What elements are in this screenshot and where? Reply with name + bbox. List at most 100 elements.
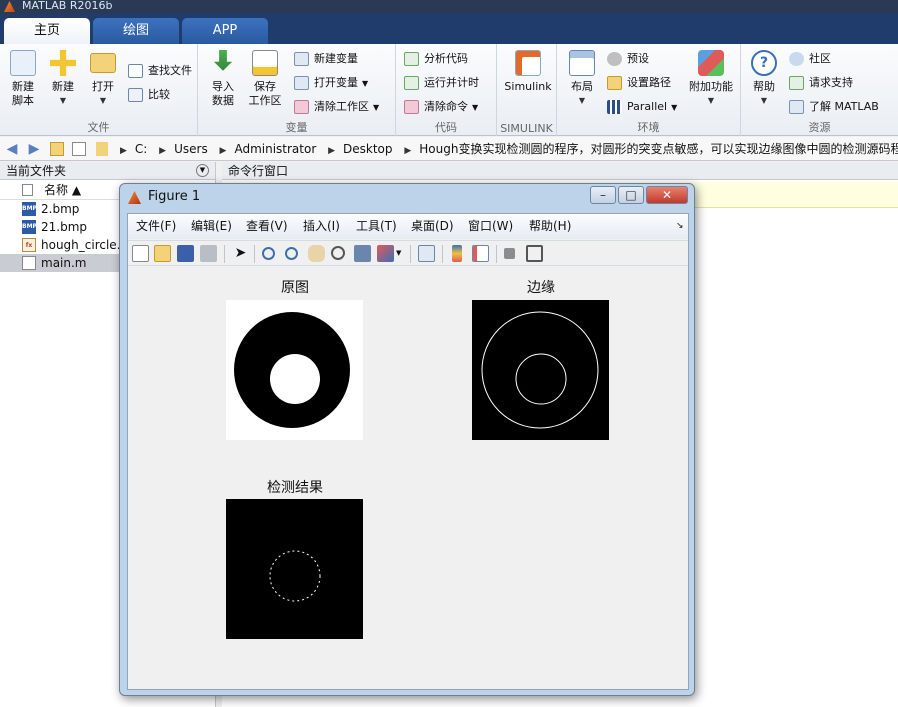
new-button[interactable]: 新建 ▼: [42, 50, 84, 108]
menu-insert[interactable]: 插入(I): [303, 214, 340, 239]
legend-icon[interactable]: [472, 245, 489, 262]
axes-title-edge: 边缘: [527, 280, 555, 296]
chevron-down-icon: ▼: [99, 96, 107, 105]
file-name: 21.bmp: [41, 220, 88, 234]
add-ons-label: 附加功能: [689, 80, 733, 93]
tab-home[interactable]: 主页: [4, 18, 90, 44]
simulink-icon: [515, 50, 541, 76]
close-button[interactable]: ✕: [646, 186, 688, 204]
save-workspace-button[interactable]: 保存 工作区: [244, 50, 286, 108]
minimize-button[interactable]: –: [590, 186, 616, 204]
figure-window[interactable]: Figure 1 – □ ✕ 文件(F) 编辑(E) 查看(V) 插入(I) 工…: [119, 183, 695, 696]
layout-button[interactable]: 布局 ▼: [561, 50, 603, 108]
new-figure-icon[interactable]: [132, 245, 149, 262]
open-button[interactable]: 打开 ▼: [82, 50, 124, 108]
command-window-title: 命令行窗口: [228, 164, 289, 178]
find-files-button[interactable]: 查找文件: [128, 62, 192, 80]
brush-icon[interactable]: [377, 245, 394, 262]
add-ons-cubes-icon: [698, 50, 724, 76]
breadcrumb-item[interactable]: C:: [135, 142, 147, 156]
chevron-down-icon: ▼: [472, 103, 479, 112]
open-variable-label: 打开变量: [314, 76, 358, 89]
analyze-code-button[interactable]: 分析代码: [404, 50, 468, 68]
cursor-arrow-icon[interactable]: ➤: [232, 245, 249, 262]
breadcrumb-separator-icon: ▶: [120, 146, 127, 156]
import-data-button[interactable]: 导入 数据: [202, 50, 244, 108]
breadcrumb[interactable]: ▶ C: ▶ Users ▶ Administrator ▶ Desktop ▶ Houg…: [112, 137, 898, 163]
run-and-time-button[interactable]: 运行并计时: [404, 74, 479, 92]
ribbon-toolstrip: 新建 脚本 新建 ▼ 打开 ▼ 查找文件 比较 文件 导入 数据 保存 工作区 …: [0, 44, 898, 136]
resources-group: ? 帮助 ▼ 社区 请求支持 了解 MATLAB 资源: [741, 44, 898, 136]
breadcrumb-separator-icon: ▶: [328, 146, 336, 156]
print-icon[interactable]: [200, 245, 217, 262]
simulink-button[interactable]: Simulink: [503, 50, 553, 94]
figure-title-bar[interactable]: Figure 1 – □ ✕: [120, 184, 694, 212]
add-ons-button[interactable]: 附加功能 ▼: [685, 50, 737, 108]
show-plot-tools-icon[interactable]: [526, 245, 543, 262]
breadcrumb-item[interactable]: Users: [174, 142, 208, 156]
tab-apps[interactable]: APP: [182, 18, 268, 44]
menu-help[interactable]: 帮助(H): [529, 214, 571, 239]
open-variable-button[interactable]: 打开变量 ▼: [294, 74, 368, 92]
code-group-label: 代码: [435, 121, 457, 134]
toolbar-separator: [442, 245, 443, 263]
breadcrumb-separator-icon: ▶: [219, 146, 227, 156]
link-plot-icon[interactable]: [418, 245, 435, 262]
environment-group-label: 环境: [637, 121, 660, 134]
save-label-2: 工作区: [248, 94, 282, 107]
new-script-button[interactable]: 新建 脚本: [2, 50, 44, 108]
eraser-icon: [294, 100, 309, 114]
breadcrumb-item[interactable]: Hough变换实现检测圆的程序，对圆形的突变点敏感，可以实现边缘图像中圆的检测源…: [419, 142, 898, 156]
back-arrow-icon[interactable]: ◀: [4, 141, 20, 157]
breadcrumb-item[interactable]: Desktop: [343, 142, 393, 156]
zoom-out-icon[interactable]: [285, 247, 298, 260]
colorbar-icon[interactable]: [452, 245, 462, 262]
matlab-logo-icon: [4, 1, 15, 12]
open-file-icon[interactable]: [154, 245, 171, 262]
toolbar-separator: [224, 245, 225, 263]
code-group: 分析代码 运行并计时 清除命令 ▼ 代码: [396, 44, 497, 136]
menu-window[interactable]: 窗口(W): [468, 214, 513, 239]
pan-hand-icon[interactable]: [308, 245, 325, 262]
forward-arrow-icon[interactable]: ▶: [26, 141, 42, 157]
preferences-button[interactable]: 预设: [607, 50, 649, 68]
layout-label: 布局: [571, 80, 593, 93]
save-icon[interactable]: [177, 245, 194, 262]
panel-menu-icon[interactable]: ▼: [196, 164, 209, 177]
community-button[interactable]: 社区: [789, 50, 831, 68]
open-label: 打开: [92, 80, 114, 93]
clear-commands-label: 清除命令: [424, 100, 468, 113]
detection-result-axes: [226, 499, 363, 639]
tab-plots[interactable]: 绘图: [93, 18, 179, 44]
parallel-button[interactable]: Parallel ▼: [607, 98, 677, 116]
clear-workspace-button[interactable]: 清除工作区 ▼: [294, 98, 379, 116]
chevron-down-icon[interactable]: ▼: [396, 245, 404, 262]
request-support-button[interactable]: 请求支持: [789, 74, 853, 92]
help-button[interactable]: ? 帮助 ▼: [743, 50, 785, 108]
hide-plot-tools-icon[interactable]: [504, 248, 515, 259]
variable-group: 导入 数据 保存 工作区 新建变量 打开变量 ▼ 清除工作区 ▼ 变量: [198, 44, 396, 136]
compare-button[interactable]: 比较: [128, 86, 170, 104]
menu-tools[interactable]: 工具(T): [356, 214, 397, 239]
breadcrumb-item[interactable]: Administrator: [234, 142, 316, 156]
axes-background: [472, 300, 609, 440]
menu-file[interactable]: 文件(F): [136, 214, 176, 239]
simulink-group-label: SIMULINK: [500, 122, 553, 135]
menubar-dock-icon[interactable]: ↘: [676, 214, 684, 239]
new-variable-button[interactable]: 新建变量: [294, 50, 358, 68]
rotate-3d-icon[interactable]: [331, 246, 345, 260]
browse-folder-icon[interactable]: [72, 142, 86, 156]
maximize-button[interactable]: □: [618, 186, 644, 204]
menu-view[interactable]: 查看(V): [246, 214, 288, 239]
menu-desktop[interactable]: 桌面(D): [411, 214, 454, 239]
find-files-icon: [128, 64, 143, 78]
menu-edit[interactable]: 编辑(E): [191, 214, 232, 239]
figure-menubar: 文件(F) 编辑(E) 查看(V) 插入(I) 工具(T) 桌面(D) 窗口(W…: [128, 214, 688, 239]
set-path-button[interactable]: 设置路径: [607, 74, 671, 92]
clear-commands-button[interactable]: 清除命令 ▼: [404, 98, 478, 116]
zoom-in-icon[interactable]: [262, 247, 275, 260]
figure-client-area: 文件(F) 编辑(E) 查看(V) 插入(I) 工具(T) 桌面(D) 窗口(W…: [127, 213, 689, 690]
learn-matlab-button[interactable]: 了解 MATLAB: [789, 98, 879, 116]
up-folder-icon[interactable]: [50, 142, 64, 156]
data-cursor-icon[interactable]: [354, 245, 371, 262]
